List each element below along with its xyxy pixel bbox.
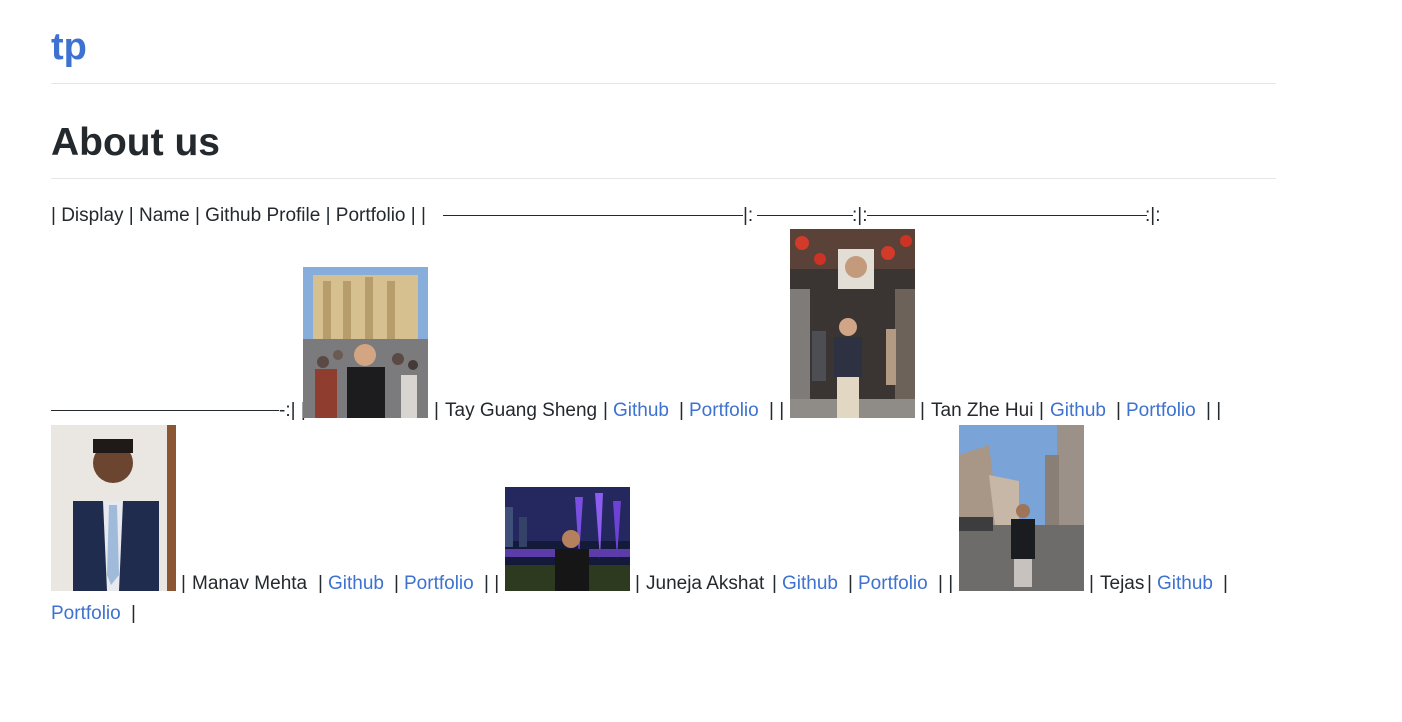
separator-mid-2: :|: bbox=[852, 205, 868, 226]
github-link[interactable]: Github bbox=[1157, 573, 1213, 595]
pipe: | bbox=[679, 400, 684, 421]
pipe: | bbox=[318, 573, 323, 594]
github-link[interactable]: Github bbox=[613, 400, 669, 422]
github-link[interactable]: Github bbox=[1050, 400, 1106, 422]
table-header-text: | Display | Name | Github Profile | Port… bbox=[51, 205, 426, 226]
pipe: | bbox=[1116, 400, 1121, 421]
page: tp About us | Display | Name | Github Pr… bbox=[51, 0, 1276, 624]
pipe: | bbox=[1089, 573, 1094, 594]
pipe: | bbox=[1039, 400, 1044, 421]
github-link[interactable]: Github bbox=[328, 573, 384, 595]
tan-zhe-hui-photo bbox=[790, 229, 915, 418]
portfolio-link[interactable]: Portfolio bbox=[51, 603, 121, 625]
juneja-akshat-photo bbox=[505, 487, 630, 591]
member-name: Tay Guang Sheng bbox=[445, 400, 598, 421]
tejas-photo bbox=[959, 425, 1084, 591]
about-paragraph: | Display | Name | Github Profile | Port… bbox=[51, 179, 1276, 624]
portfolio-link[interactable]: Portfolio bbox=[404, 573, 474, 595]
portfolio-link[interactable]: Portfolio bbox=[689, 400, 759, 422]
pipe: | bbox=[1223, 573, 1228, 594]
github-link[interactable]: Github bbox=[782, 573, 838, 595]
pipe: | bbox=[772, 573, 777, 594]
separator-rule-3 bbox=[867, 215, 1147, 216]
separator-tail: -:| | bbox=[279, 400, 306, 421]
separator-rule-1 bbox=[443, 215, 743, 216]
pipe: | bbox=[920, 400, 925, 421]
member-name: Tejas bbox=[1100, 573, 1145, 594]
separator-rule-2 bbox=[757, 215, 853, 216]
separator-rule-4 bbox=[51, 410, 279, 411]
member-name: Tan Zhe Hui bbox=[931, 400, 1034, 421]
manav-mehta-photo bbox=[51, 425, 176, 591]
portfolio-link[interactable]: Portfolio bbox=[858, 573, 928, 595]
pipe: | bbox=[848, 573, 853, 594]
pipe: | bbox=[1147, 573, 1152, 594]
separator-end: :|: bbox=[1145, 205, 1161, 226]
separator-mid-1: |: bbox=[743, 205, 754, 226]
tay-guang-sheng-photo bbox=[303, 267, 428, 418]
site-title-link[interactable]: tp bbox=[51, 0, 1276, 84]
pipe-pair: | | bbox=[484, 573, 500, 594]
pipe: | bbox=[603, 400, 608, 421]
pipe-pair: | | bbox=[769, 400, 785, 421]
portfolio-link[interactable]: Portfolio bbox=[1126, 400, 1196, 422]
pipe: | bbox=[434, 400, 439, 421]
member-name: Manav Mehta bbox=[192, 573, 308, 594]
pipe: | bbox=[394, 573, 399, 594]
pipe: | bbox=[635, 573, 640, 594]
pipe: | bbox=[131, 603, 136, 624]
pipe-pair: | | bbox=[1206, 400, 1222, 421]
pipe-pair: | | bbox=[938, 573, 954, 594]
page-title: About us bbox=[51, 84, 1276, 179]
pipe: | bbox=[181, 573, 186, 594]
member-name: Juneja Akshat bbox=[646, 573, 765, 594]
